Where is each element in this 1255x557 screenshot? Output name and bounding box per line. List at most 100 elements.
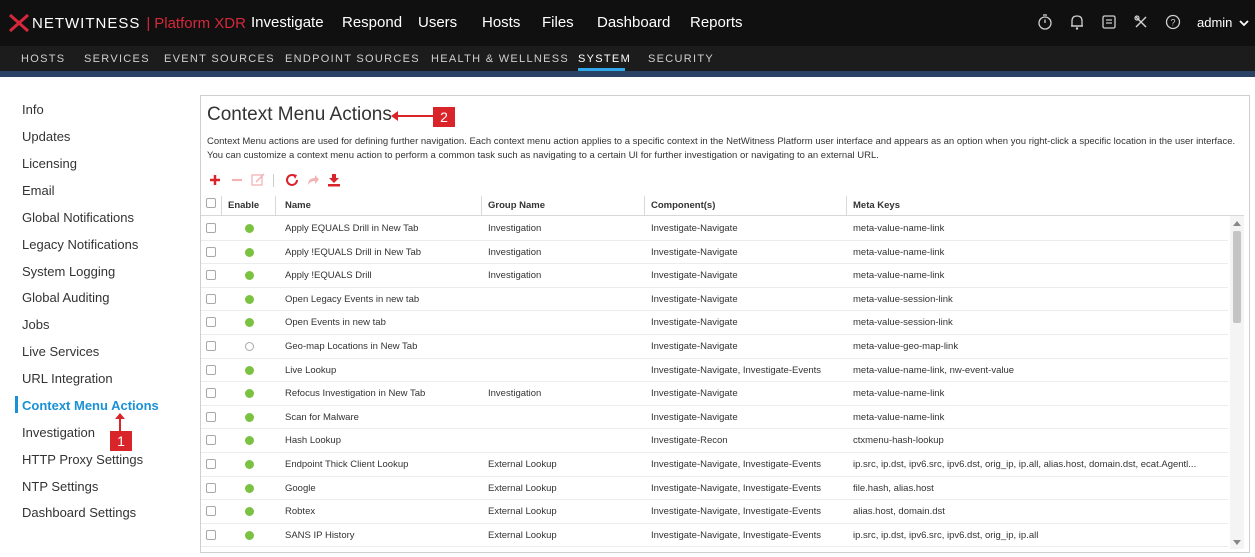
nav-reports[interactable]: Reports [690, 14, 743, 31]
column-header-components[interactable]: Component(s) [651, 200, 715, 211]
cell-name: Apply EQUALS Drill in New Tab [285, 223, 419, 234]
row-checkbox[interactable] [206, 317, 216, 328]
row-checkbox[interactable] [206, 459, 216, 469]
row-checkbox[interactable] [206, 223, 216, 233]
table-row[interactable]: Apply !EQUALS Drill Investigation Investig… [201, 264, 1228, 288]
column-header-meta-keys[interactable]: Meta Keys [853, 200, 900, 211]
table-row[interactable]: Scan for Malware Investigate-Navigate meta… [201, 406, 1228, 430]
enabled-status-icon[interactable] [245, 294, 254, 304]
row-checkbox[interactable] [206, 411, 216, 422]
subnav-system[interactable]: SYSTEM [578, 53, 631, 65]
brand-name: NETWITNESS [32, 14, 141, 32]
row-checkbox[interactable] [206, 246, 216, 257]
export-icon[interactable] [305, 172, 321, 188]
enabled-status-icon[interactable] [245, 389, 254, 399]
sidebar-item-investigation[interactable]: Investigation [22, 425, 95, 440]
table-row[interactable]: Live Lookup Investigate-Navigate, Investi… [201, 359, 1228, 383]
enabled-status-icon[interactable] [245, 318, 254, 328]
table-scrollbar[interactable] [1230, 216, 1244, 549]
row-checkbox[interactable] [206, 388, 216, 399]
table-row[interactable]: Robtex External Lookup Investigate-Navigat… [201, 500, 1228, 524]
sidebar-item-context-menu-actions[interactable]: Context Menu Actions [22, 398, 159, 413]
sidebar-item-updates[interactable]: Updates [22, 129, 70, 144]
refresh-icon[interactable] [284, 172, 300, 188]
scrollbar-thumb[interactable] [1233, 231, 1241, 323]
subnav-security[interactable]: SECURITY [648, 53, 714, 65]
sidebar-item-global-auditing[interactable]: Global Auditing [22, 290, 109, 305]
row-checkbox[interactable] [206, 529, 216, 540]
help-icon[interactable]: ? [1164, 13, 1182, 31]
enabled-status-icon[interactable] [245, 507, 254, 517]
table-row[interactable]: Geo-map Locations in New Tab Investigate-… [201, 335, 1228, 359]
nav-investigate[interactable]: Investigate [251, 14, 324, 31]
subnav-health-wellness[interactable]: HEALTH & WELLNESS [431, 53, 569, 65]
table-row[interactable]: Apply !EQUALS Drill in New Tab Investigat… [201, 241, 1228, 265]
tools-icon[interactable] [1132, 13, 1150, 31]
sidebar-item-http-proxy-settings[interactable]: HTTP Proxy Settings [22, 452, 143, 467]
enabled-status-icon[interactable] [245, 460, 254, 469]
enabled-status-icon[interactable] [245, 412, 254, 422]
row-checkbox[interactable] [206, 506, 216, 517]
enabled-status-icon[interactable] [245, 530, 254, 540]
subnav-hosts[interactable]: HOSTS [21, 53, 65, 65]
import-icon[interactable] [326, 172, 342, 188]
sidebar-item-ntp-settings[interactable]: NTP Settings [22, 479, 98, 494]
row-checkbox[interactable] [206, 364, 216, 375]
bell-icon[interactable] [1068, 13, 1086, 31]
sidebar-item-legacy-notifications[interactable]: Legacy Notifications [22, 237, 138, 252]
enabled-status-icon[interactable] [245, 224, 254, 233]
nav-files[interactable]: Files [542, 14, 574, 31]
scroll-up-icon[interactable] [1233, 221, 1241, 226]
callout-2: 2 [433, 107, 455, 127]
nav-dashboard[interactable]: Dashboard [597, 14, 670, 31]
cell-components: Investigate-Navigate [651, 388, 738, 400]
table-row[interactable]: Apply EQUALS Drill in New Tab Investigati… [201, 217, 1228, 241]
user-menu[interactable]: admin [1197, 15, 1249, 30]
cell-name: Geo-map Locations in New Tab [285, 341, 418, 352]
enabled-status-icon[interactable] [245, 483, 254, 493]
sidebar-item-licensing[interactable]: Licensing [22, 156, 77, 171]
table-row[interactable]: Google External Lookup Investigate-Navigat… [201, 477, 1228, 501]
table-row[interactable]: SANS IP History External Lookup Investigat… [201, 524, 1228, 548]
table-row[interactable]: Refocus Investigation in New Tab Investig… [201, 382, 1228, 406]
edit-icon[interactable] [250, 172, 266, 188]
enabled-status-icon[interactable] [245, 436, 254, 446]
column-header-name[interactable]: Name [285, 200, 311, 211]
row-checkbox[interactable] [206, 435, 216, 446]
row-checkbox[interactable] [206, 270, 216, 281]
table-row[interactable]: Open Events in new tab Investigate-Naviga… [201, 311, 1228, 335]
subnav-services[interactable]: SERVICES [84, 53, 150, 65]
table-row[interactable]: Hash Lookup Investigate-Recon ctxmenu-hash… [201, 429, 1228, 453]
tasks-icon[interactable] [1100, 13, 1118, 31]
subnav-endpoint-sources[interactable]: ENDPOINT SOURCES [285, 53, 420, 65]
select-all-checkbox[interactable] [206, 198, 216, 208]
sidebar-item-info[interactable]: Info [22, 102, 44, 117]
scroll-down-icon[interactable] [1233, 540, 1241, 545]
sidebar-item-email[interactable]: Email [22, 183, 55, 198]
disabled-status-icon[interactable] [245, 342, 254, 351]
row-checkbox[interactable] [206, 482, 216, 493]
column-header-enable[interactable]: Enable [228, 200, 259, 211]
sidebar-item-system-logging[interactable]: System Logging [22, 264, 115, 279]
enabled-status-icon[interactable] [245, 365, 254, 375]
app-logo[interactable]: NETWITNESS | Platform XDR [8, 13, 246, 33]
column-header-group-name[interactable]: Group Name [488, 200, 545, 211]
nav-respond[interactable]: Respond [342, 14, 402, 31]
sidebar-item-global-notifications[interactable]: Global Notifications [22, 210, 134, 225]
sidebar-item-url-integration[interactable]: URL Integration [22, 371, 113, 386]
table-row[interactable]: Open Legacy Events in new tab Investigate… [201, 288, 1228, 312]
sidebar-item-dashboard-settings[interactable]: Dashboard Settings [22, 505, 136, 520]
row-checkbox[interactable] [206, 293, 216, 304]
sidebar-item-jobs[interactable]: Jobs [22, 317, 49, 332]
enabled-status-icon[interactable] [245, 271, 254, 281]
subnav-event-sources[interactable]: EVENT SOURCES [164, 53, 275, 65]
enabled-status-icon[interactable] [245, 247, 254, 257]
timer-icon[interactable] [1036, 13, 1054, 31]
sidebar-item-live-services[interactable]: Live Services [22, 344, 99, 359]
nav-hosts[interactable]: Hosts [482, 14, 520, 31]
remove-icon[interactable] [229, 172, 245, 188]
row-checkbox[interactable] [206, 341, 216, 351]
nav-users[interactable]: Users [418, 14, 457, 31]
add-icon[interactable] [207, 172, 223, 188]
table-row[interactable]: Endpoint Thick Client Lookup External Loo… [201, 453, 1228, 477]
